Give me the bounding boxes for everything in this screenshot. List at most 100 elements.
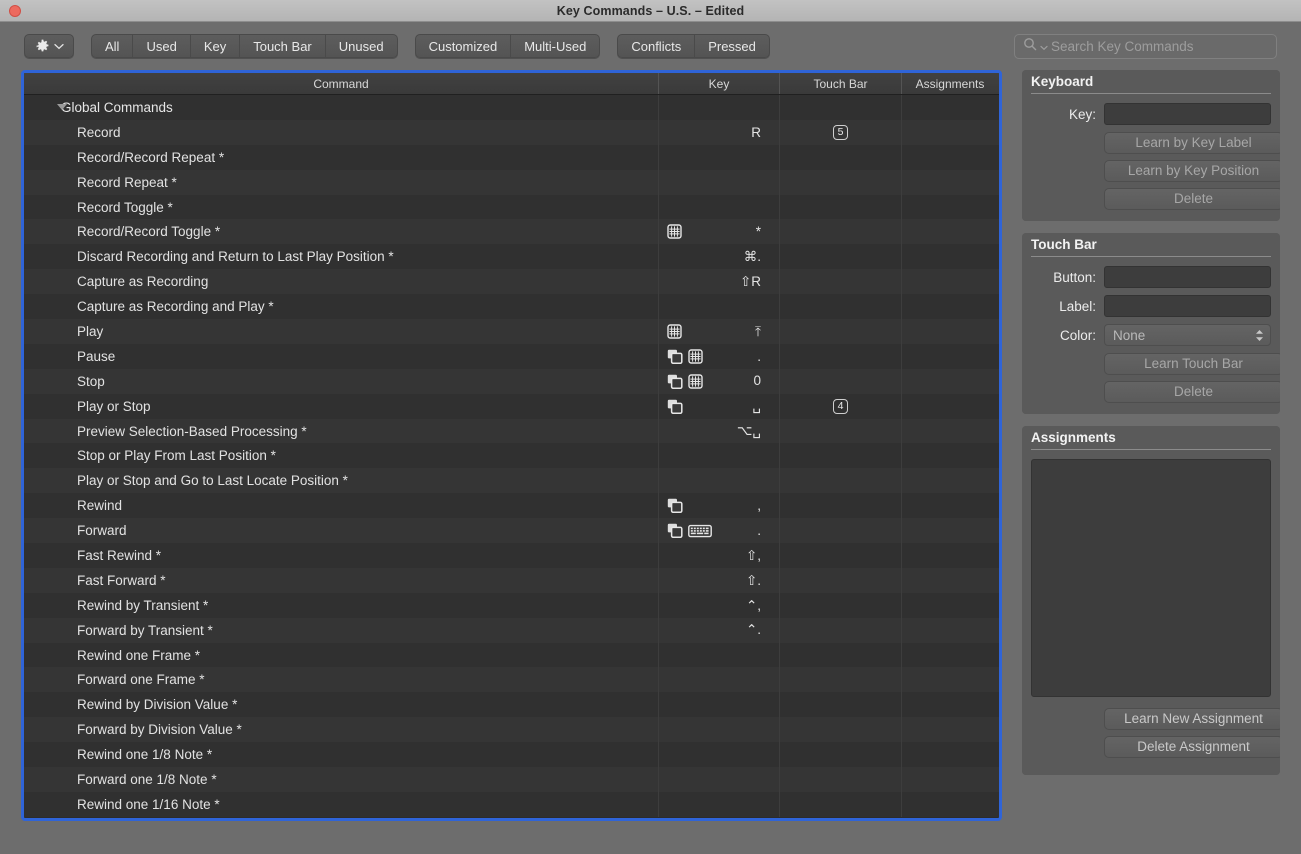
column-header-key[interactable]: Key	[659, 73, 780, 94]
filter-multi-used[interactable]: Multi-Used	[511, 34, 601, 58]
table-row[interactable]: Pause.	[24, 343, 999, 369]
cell-touch-bar	[780, 592, 902, 618]
search-chevron-down-icon[interactable]	[1040, 38, 1048, 56]
key-scope-icons	[667, 498, 683, 514]
keyboard-delete-button[interactable]: Delete	[1104, 188, 1280, 210]
table-row[interactable]: Fast Rewind * ⇧,	[24, 543, 999, 568]
column-header-command[interactable]: Command	[24, 73, 659, 94]
filter-used[interactable]: Used	[133, 34, 191, 58]
learn-by-key-position-button[interactable]: Learn by Key Position	[1104, 160, 1280, 182]
command-label: Stop	[77, 373, 105, 389]
cell-command: Rewind by Division Value *	[24, 692, 659, 718]
window-titlebar: Key Commands – U.S. – Edited	[0, 0, 1301, 22]
disclosure-triangle-icon[interactable]	[57, 104, 67, 111]
table-row[interactable]: Play ⤒	[24, 319, 999, 344]
table-row[interactable]: Forward one 1/8 Note *	[24, 767, 999, 792]
filter-customized[interactable]: Customized	[414, 34, 512, 58]
cell-key	[659, 468, 780, 494]
table-row[interactable]: Stop 0	[24, 368, 999, 394]
table-row[interactable]: Record/Record Repeat *	[24, 144, 999, 170]
table-row[interactable]: Forward by Division Value *	[24, 717, 999, 743]
table-row[interactable]: Record Toggle *	[24, 194, 999, 220]
key-commands-table[interactable]: Command Key Touch Bar Assignments Global…	[21, 70, 1002, 821]
keyboard-section-title: Keyboard	[1022, 70, 1280, 93]
cell-touch-bar	[780, 468, 902, 494]
table-row[interactable]: Rewind by Transient * ⌃,	[24, 592, 999, 618]
touchbar-delete-button[interactable]: Delete	[1104, 381, 1280, 403]
touchbar-button-field-row: Button:	[1031, 266, 1271, 288]
touchbar-label-input[interactable]	[1104, 295, 1271, 317]
table-row[interactable]: Discard Recording and Return to Last Pla…	[24, 244, 999, 270]
table-row[interactable]: Forward by Transient * ⌃.	[24, 617, 999, 643]
cell-key	[659, 95, 780, 120]
cell-touch-bar	[780, 642, 902, 668]
table-row[interactable]: Stop or Play From Last Position *	[24, 443, 999, 469]
cell-key: ,	[659, 493, 780, 519]
search-key-commands-field[interactable]: Search Key Commands	[1014, 34, 1277, 59]
close-window-button[interactable]	[9, 4, 21, 17]
touchbar-color-select[interactable]: None	[1104, 324, 1271, 346]
filter-touch-bar[interactable]: Touch Bar	[240, 34, 326, 58]
cell-touch-bar	[780, 667, 902, 693]
numeric-keypad-icon	[667, 324, 682, 339]
cell-command: Forward	[24, 518, 659, 544]
touchbar-button-input[interactable]	[1104, 266, 1271, 288]
filter-all[interactable]: All	[91, 34, 134, 58]
all-windows-icon	[667, 374, 683, 389]
cell-key	[659, 294, 780, 320]
learn-by-key-label-button[interactable]: Learn by Key Label	[1104, 132, 1280, 154]
cell-assignments	[902, 717, 998, 742]
table-row[interactable]: Play or Stop and Go to Last Locate Posit…	[24, 468, 999, 494]
table-row[interactable]: Rewind one 1/8 Note *	[24, 742, 999, 768]
table-row[interactable]: Fast Forward * ⇧.	[24, 567, 999, 593]
filter-key[interactable]: Key	[190, 34, 241, 58]
key-shortcut-label: ⇧R	[739, 273, 761, 289]
table-row[interactable]: Capture as Recording and Play *	[24, 294, 999, 320]
cell-touch-bar	[780, 567, 902, 593]
table-row[interactable]: Record/Record Toggle * *	[24, 219, 999, 245]
cell-assignments	[902, 319, 998, 344]
table-row[interactable]: Forward one Frame *	[24, 667, 999, 693]
table-row[interactable]: Preview Selection-Based Processing * ⌥␣	[24, 418, 999, 444]
table-row[interactable]: Capture as Recording ⇧R	[24, 269, 999, 295]
command-label: Forward by Transient *	[77, 622, 213, 638]
cell-key: .	[659, 343, 780, 369]
cell-touch-bar	[780, 717, 902, 743]
cell-key: ⌃,	[659, 592, 780, 618]
action-menu-button[interactable]	[24, 34, 74, 58]
learn-new-assignment-button[interactable]: Learn New Assignment	[1104, 708, 1280, 730]
table-row[interactable]: Forward.	[24, 518, 999, 544]
table-row[interactable]: Record R 5	[24, 119, 999, 145]
assignments-list[interactable]	[1031, 459, 1271, 697]
window-title: Key Commands – U.S. – Edited	[556, 3, 745, 18]
table-row[interactable]: Rewind one Frame *	[24, 642, 999, 668]
cell-assignments	[902, 219, 998, 244]
cell-assignments	[902, 170, 998, 195]
all-windows-icon	[667, 349, 683, 364]
cell-command: Forward one 1/8 Note *	[24, 767, 659, 792]
cell-assignments	[902, 493, 998, 518]
table-row[interactable]: Play or Stop ␣ 4	[24, 393, 999, 419]
learn-touch-bar-button[interactable]: Learn Touch Bar	[1104, 353, 1280, 375]
key-shortcut-label: ⇧.	[745, 572, 761, 588]
table-group-row[interactable]: Global Commands	[24, 95, 999, 120]
cell-command: Fast Forward *	[24, 567, 659, 593]
delete-assignment-button[interactable]: Delete Assignment	[1104, 736, 1280, 758]
cell-assignments	[902, 195, 998, 220]
table-row[interactable]: Record Repeat *	[24, 169, 999, 195]
filter-unused[interactable]: Unused	[325, 34, 398, 58]
filter-conflicts[interactable]: Conflicts	[617, 34, 696, 58]
table-row[interactable]: Rewind,	[24, 493, 999, 519]
table-row[interactable]: Rewind by Division Value *	[24, 692, 999, 718]
cell-key	[659, 791, 780, 817]
key-scope-icons	[667, 374, 703, 389]
filter-pressed[interactable]: Pressed	[695, 34, 770, 58]
cell-command: Global Commands	[24, 95, 659, 120]
cell-key	[659, 717, 780, 743]
table-row[interactable]: Rewind one 1/16 Note *	[24, 791, 999, 817]
column-header-assignments[interactable]: Assignments	[902, 73, 998, 94]
cell-key	[659, 144, 780, 170]
key-input[interactable]	[1104, 103, 1271, 125]
cell-command: Rewind by Transient *	[24, 592, 659, 618]
column-header-touch-bar[interactable]: Touch Bar	[780, 73, 902, 94]
